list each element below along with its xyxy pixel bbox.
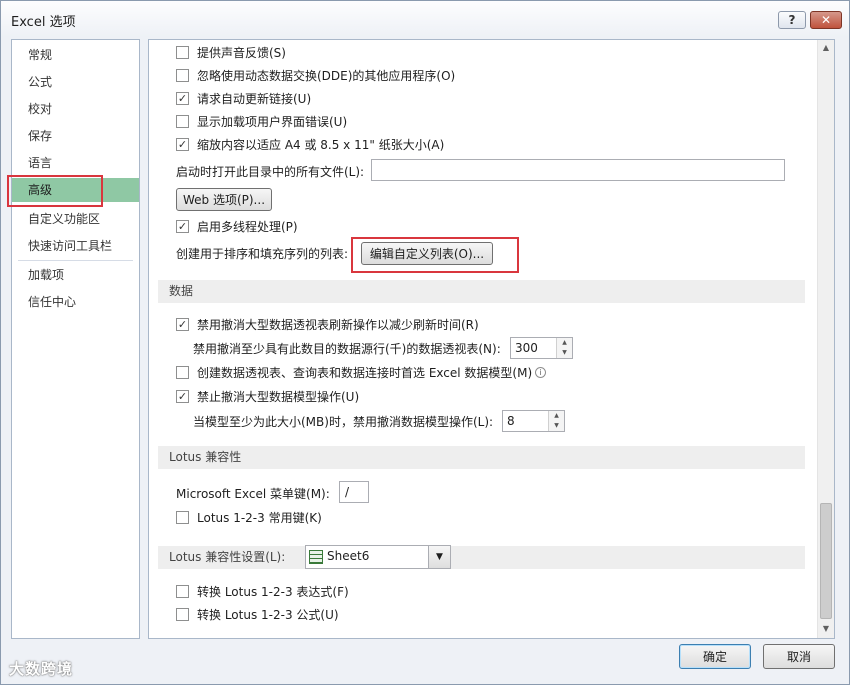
- nav-item-addins[interactable]: 加载项: [12, 263, 139, 287]
- prefer-data-model-label: 创建数据透视表、查询表和数据连接时首选 Excel 数据模型(M): [197, 365, 533, 380]
- nav-item-quick-access-toolbar[interactable]: 快速访问工具栏: [12, 234, 139, 258]
- nav-item-language[interactable]: 语言: [12, 151, 139, 175]
- transition-eval-checkbox[interactable]: [176, 584, 189, 598]
- model-size-spin-arrows[interactable]: ▲ ▼: [548, 411, 564, 431]
- spin-down-icon[interactable]: ▼: [557, 348, 572, 358]
- lotus-sheet-select[interactable]: Sheet6 ▼: [305, 545, 451, 569]
- disable-undo-model-checkbox[interactable]: ✓: [176, 389, 189, 403]
- lotus-nav-keys-checkbox[interactable]: [176, 510, 189, 524]
- nav-item-customize-ribbon[interactable]: 自定义功能区: [12, 207, 139, 231]
- spin-down-icon[interactable]: ▼: [549, 421, 564, 431]
- nav-item-advanced[interactable]: 高级: [12, 178, 139, 202]
- menu-key-input[interactable]: /: [339, 481, 369, 503]
- close-button[interactable]: ✕: [810, 11, 842, 29]
- title-bar: Excel 选项 ? ✕: [1, 1, 849, 37]
- web-options-button[interactable]: Web 选项(P)...: [176, 188, 272, 211]
- multithread-checkbox[interactable]: ✓: [176, 219, 189, 233]
- update-links-checkbox[interactable]: ✓: [176, 91, 189, 105]
- startup-folder-label: 启动时打开此目录中的所有文件(L):: [176, 164, 365, 179]
- transition-entry-label: 转换 Lotus 1-2-3 公式(U): [197, 607, 339, 622]
- prefer-data-model-checkbox[interactable]: [176, 365, 189, 379]
- update-links-label: 请求自动更新链接(U): [197, 91, 312, 106]
- lotus-nav-keys-option[interactable]: Lotus 1-2-3 常用键(K): [176, 507, 322, 527]
- excel-options-dialog: Excel 选项 ? ✕ 常规 公式 校对 保存 语言 高级 自定义功能区 快速…: [0, 0, 850, 685]
- addin-errors-label: 显示加载项用户界面错误(U): [197, 114, 348, 129]
- nav-item-general[interactable]: 常规: [12, 43, 139, 67]
- scroll-down-icon[interactable]: ▼: [818, 621, 834, 637]
- options-nav: 常规 公式 校对 保存 语言 高级 自定义功能区 快速访问工具栏 加载项 信任中…: [11, 39, 140, 639]
- pivot-rows-label: 禁用撤消至少具有此数目的数据源行(千)的数据透视表(N):: [193, 341, 501, 356]
- scale-content-label: 缩放内容以适应 A4 或 8.5 x 11" 纸张大小(A): [197, 137, 445, 152]
- nav-item-formulas[interactable]: 公式: [12, 70, 139, 94]
- nav-item-save[interactable]: 保存: [12, 124, 139, 148]
- sound-feedback-checkbox[interactable]: [176, 45, 189, 59]
- edit-custom-lists-button[interactable]: 编辑自定义列表(O)...: [361, 242, 493, 265]
- scale-content-option[interactable]: ✓ 缩放内容以适应 A4 或 8.5 x 11" 纸张大小(A): [176, 134, 444, 154]
- addin-errors-option[interactable]: 显示加载项用户界面错误(U): [176, 111, 347, 131]
- startup-folder-input[interactable]: [371, 159, 785, 181]
- help-button[interactable]: ?: [778, 11, 806, 29]
- section-header-lotus-settings: Lotus 兼容性设置(L):: [158, 546, 805, 569]
- lotus-sheet-value: Sheet6: [327, 549, 370, 563]
- transition-eval-label: 转换 Lotus 1-2-3 表达式(F): [197, 584, 349, 599]
- advanced-options-panel: 提供声音反馈(S) 忽略使用动态数据交换(DDE)的其他应用程序(O) ✓ 请求…: [148, 39, 835, 639]
- dropdown-arrow-icon[interactable]: ▼: [428, 546, 450, 568]
- custom-lists-label: 创建用于排序和填充序列的列表:: [176, 246, 349, 261]
- spin-up-icon[interactable]: ▲: [557, 338, 572, 348]
- update-links-option[interactable]: ✓ 请求自动更新链接(U): [176, 88, 311, 108]
- ignore-dde-option[interactable]: 忽略使用动态数据交换(DDE)的其他应用程序(O): [176, 65, 455, 85]
- watermark-text: 大数跨境: [9, 660, 74, 678]
- transition-entry-option[interactable]: 转换 Lotus 1-2-3 公式(U): [176, 604, 339, 624]
- info-icon[interactable]: i: [535, 366, 547, 378]
- scroll-thumb[interactable]: [820, 503, 832, 619]
- ok-button[interactable]: 确定: [679, 644, 751, 669]
- pivot-rows-spin-arrows[interactable]: ▲ ▼: [556, 338, 572, 358]
- multithread-option[interactable]: ✓ 启用多线程处理(P): [176, 216, 298, 236]
- lotus-nav-keys-label: Lotus 1-2-3 常用键(K): [197, 510, 322, 525]
- disable-undo-model-option[interactable]: ✓ 禁止撤消大型数据模型操作(U): [176, 386, 359, 406]
- nav-item-trust-center[interactable]: 信任中心: [12, 290, 139, 314]
- addin-errors-checkbox[interactable]: [176, 114, 189, 128]
- scroll-up-icon[interactable]: ▲: [818, 40, 834, 56]
- window-title: Excel 选项: [11, 15, 76, 30]
- multithread-label: 启用多线程处理(P): [197, 219, 298, 234]
- cancel-button[interactable]: 取消: [763, 644, 835, 669]
- section-header-data: 数据: [158, 280, 805, 303]
- pivot-rows-spinner[interactable]: 300 ▲ ▼: [510, 337, 573, 359]
- section-header-lotus: Lotus 兼容性: [158, 446, 805, 469]
- transition-eval-option[interactable]: 转换 Lotus 1-2-3 表达式(F): [176, 581, 349, 601]
- model-size-value[interactable]: 8: [507, 414, 515, 428]
- transition-entry-checkbox[interactable]: [176, 607, 189, 621]
- pivot-rows-value[interactable]: 300: [515, 341, 538, 355]
- sound-feedback-label: 提供声音反馈(S): [197, 45, 286, 60]
- model-size-label: 当模型至少为此大小(MB)时，禁用撤消数据模型操作(L):: [193, 414, 494, 429]
- disable-undo-pivot-checkbox[interactable]: ✓: [176, 317, 189, 331]
- scale-content-checkbox[interactable]: ✓: [176, 137, 189, 151]
- worksheet-icon: [309, 550, 323, 564]
- model-size-spinner[interactable]: 8 ▲ ▼: [502, 410, 565, 432]
- menu-key-label: Microsoft Excel 菜单键(M):: [176, 486, 330, 501]
- spin-up-icon[interactable]: ▲: [549, 411, 564, 421]
- disable-undo-pivot-option[interactable]: ✓ 禁用撤消大型数据透视表刷新操作以减少刷新时间(R): [176, 314, 479, 334]
- ignore-dde-checkbox[interactable]: [176, 68, 189, 82]
- ignore-dde-label: 忽略使用动态数据交换(DDE)的其他应用程序(O): [197, 68, 456, 83]
- nav-divider: [18, 260, 133, 261]
- nav-item-proofing[interactable]: 校对: [12, 97, 139, 121]
- sound-feedback-option[interactable]: 提供声音反馈(S): [176, 42, 286, 62]
- prefer-data-model-option[interactable]: 创建数据透视表、查询表和数据连接时首选 Excel 数据模型(M) i: [176, 362, 547, 382]
- disable-undo-pivot-label: 禁用撤消大型数据透视表刷新操作以减少刷新时间(R): [197, 317, 479, 332]
- vertical-scrollbar[interactable]: ▲ ▼: [817, 40, 834, 638]
- disable-undo-model-label: 禁止撤消大型数据模型操作(U): [197, 389, 360, 404]
